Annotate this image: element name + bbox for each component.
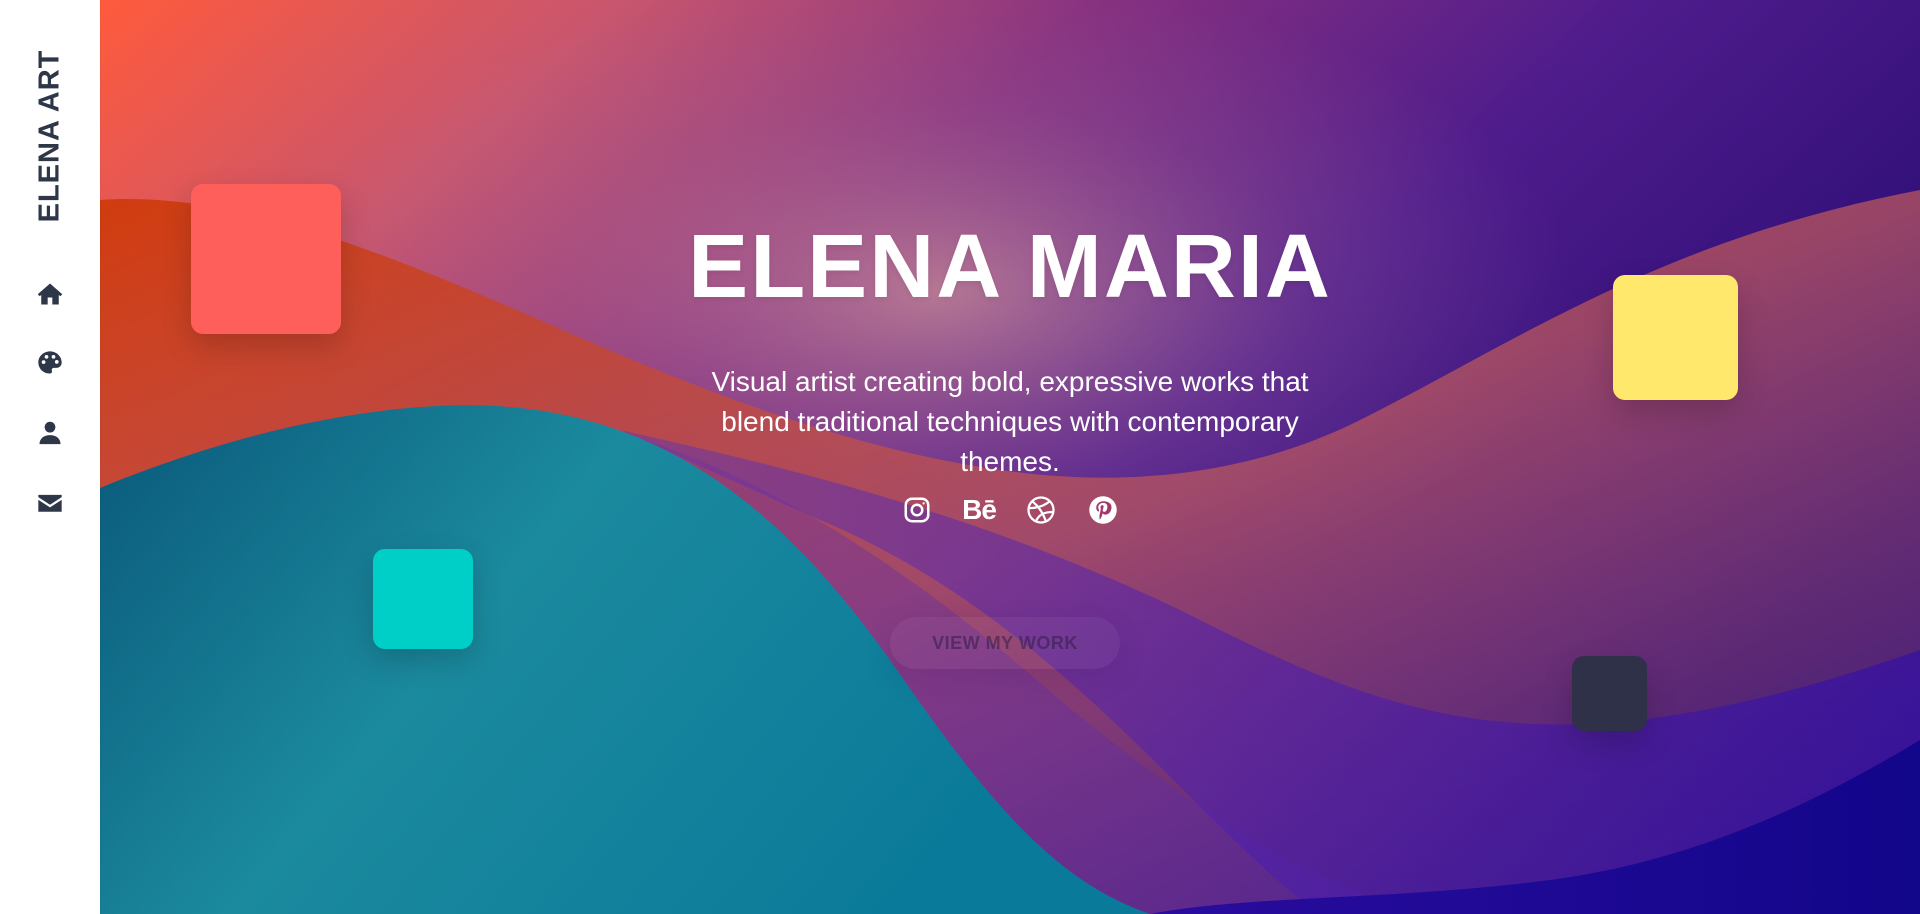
social-dribbble[interactable] xyxy=(1025,494,1057,526)
page: ELENA ART ELENA MARIA Visual artist crea… xyxy=(0,0,1920,914)
social-instagram[interactable] xyxy=(901,494,933,526)
nav-home[interactable] xyxy=(34,278,66,310)
view-my-work-button[interactable]: VIEW MY WORK xyxy=(890,617,1120,669)
nav-contact[interactable] xyxy=(34,487,66,519)
hero-content: ELENA MARIA Visual artist creating bold,… xyxy=(100,0,1920,914)
social-pinterest[interactable] xyxy=(1087,494,1119,526)
social-behance[interactable]: Bē xyxy=(962,494,997,526)
instagram-icon xyxy=(904,497,930,523)
social-links: Bē xyxy=(100,494,1920,526)
brand-logo[interactable]: ELENA ART xyxy=(34,50,67,223)
envelope-icon xyxy=(38,494,62,512)
home-icon xyxy=(37,283,63,305)
behance-icon: Bē xyxy=(962,494,997,525)
nav-about[interactable] xyxy=(34,417,66,449)
hero-subtitle: Visual artist creating bold, expressive … xyxy=(711,366,1309,477)
hero-section: ELENA MARIA Visual artist creating bold,… xyxy=(100,0,1920,914)
palette-icon xyxy=(38,351,62,374)
user-icon xyxy=(39,421,61,445)
pinterest-icon xyxy=(1089,496,1117,524)
dribbble-icon xyxy=(1027,496,1055,524)
nav-gallery[interactable] xyxy=(34,347,66,379)
sidebar: ELENA ART xyxy=(0,0,100,914)
hero-title: ELENA MARIA xyxy=(688,217,1332,317)
